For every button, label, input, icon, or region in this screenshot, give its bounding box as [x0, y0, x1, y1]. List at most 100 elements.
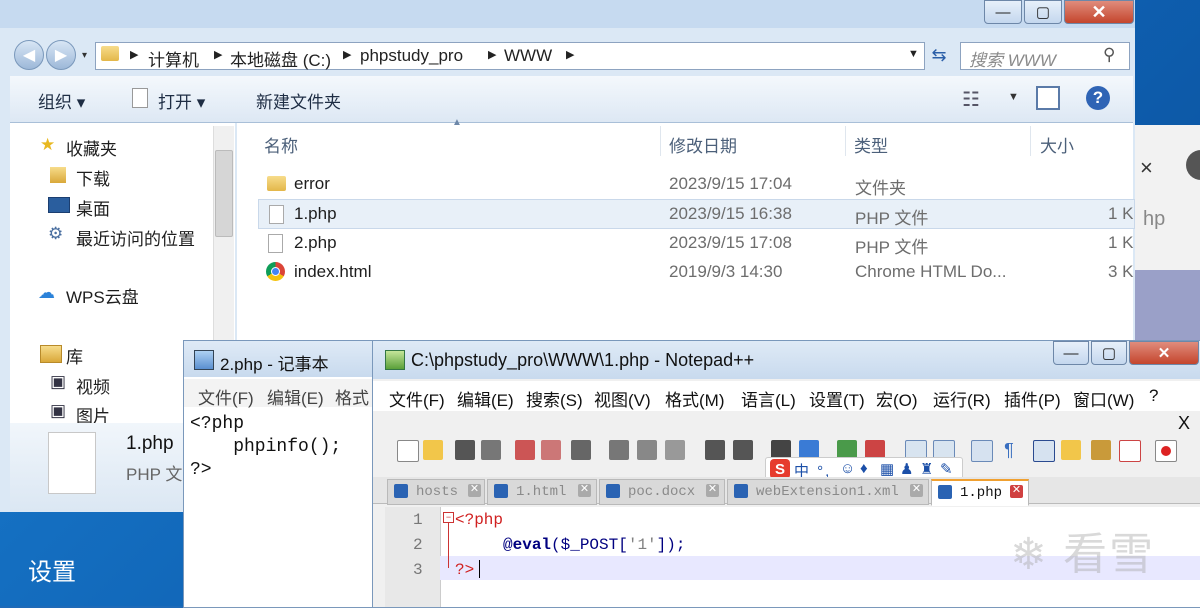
- organize-button[interactable]: 组织 ▾: [38, 88, 85, 113]
- new-folder-button[interactable]: 新建文件夹: [256, 88, 341, 113]
- close-file-icon[interactable]: [515, 440, 535, 460]
- menu-format[interactable]: 格式: [335, 384, 369, 409]
- function-list-icon[interactable]: [1091, 440, 1111, 460]
- menu-plugins[interactable]: 插件(P): [1004, 386, 1061, 411]
- save-all-icon[interactable]: [481, 440, 501, 460]
- menu-edit[interactable]: 编辑(E): [457, 386, 514, 411]
- close-button[interactable]: ✕: [1064, 0, 1134, 24]
- view-options-icon[interactable]: ☷: [962, 87, 980, 112]
- tab-poc-docx[interactable]: poc.docx ✕: [599, 479, 725, 505]
- record-macro-icon[interactable]: [1155, 440, 1177, 462]
- word-wrap-icon[interactable]: [971, 440, 993, 462]
- breadcrumb-drive[interactable]: 本地磁盘 (C:): [230, 46, 331, 71]
- close-button[interactable]: ✕: [1129, 341, 1199, 365]
- close-document-icon[interactable]: X: [1178, 413, 1190, 434]
- skin-icon[interactable]: ♜: [920, 460, 933, 478]
- history-dropdown-icon[interactable]: ▾: [82, 50, 87, 61]
- breadcrumb-www[interactable]: WWW: [504, 46, 552, 66]
- open-button[interactable]: 打开 ▾: [158, 88, 205, 113]
- settings-label[interactable]: 设置: [28, 552, 76, 587]
- tab-webextension1-xml[interactable]: webExtension1.xml ✕: [727, 479, 929, 505]
- file-row[interactable]: error 2023/9/15 17:04 文件夹: [258, 170, 1133, 198]
- column-divider[interactable]: [845, 126, 846, 156]
- close-all-icon[interactable]: [541, 440, 561, 460]
- chevron-right-icon[interactable]: ▶: [566, 48, 574, 61]
- maximize-button[interactable]: ▢: [1091, 341, 1127, 365]
- file-row[interactable]: 2.php 2023/9/15 17:08 PHP 文件 1 K: [258, 229, 1134, 257]
- nav-item-favorites[interactable]: 收藏夹: [66, 135, 117, 160]
- breadcrumb-computer[interactable]: 计算机: [148, 46, 199, 71]
- chevron-right-icon[interactable]: ▶: [343, 48, 351, 61]
- column-header-date[interactable]: 修改日期: [669, 132, 737, 157]
- nav-scrollbar-thumb[interactable]: [215, 150, 233, 237]
- microphone-icon[interactable]: ♦: [860, 460, 868, 477]
- minimize-button[interactable]: —: [984, 0, 1022, 24]
- refresh-icon[interactable]: ⇆: [926, 42, 952, 68]
- column-header-name[interactable]: 名称: [264, 132, 298, 157]
- fold-collapse-icon[interactable]: −: [443, 512, 454, 523]
- chevron-right-icon[interactable]: ▶: [488, 48, 496, 61]
- print-icon[interactable]: [571, 440, 591, 460]
- copy-icon[interactable]: [637, 440, 657, 460]
- user-icon[interactable]: ♟: [900, 460, 913, 478]
- menu-search[interactable]: 搜索(S): [526, 386, 583, 411]
- menu-view[interactable]: 视图(V): [594, 386, 651, 411]
- menu-edit[interactable]: 编辑(E): [267, 384, 324, 409]
- back-arrow-icon[interactable]: ◀: [14, 40, 44, 70]
- menu-language[interactable]: 语言(L): [741, 386, 796, 411]
- redo-icon[interactable]: [733, 440, 753, 460]
- folder-workspace-icon[interactable]: [1119, 440, 1141, 462]
- file-row[interactable]: index.html 2019/9/3 14:30 Chrome HTML Do…: [258, 258, 1134, 286]
- preview-pane-icon[interactable]: [1036, 86, 1060, 110]
- cut-icon[interactable]: [609, 440, 629, 460]
- breadcrumb-phpstudy[interactable]: phpstudy_pro: [360, 46, 463, 66]
- new-file-icon[interactable]: [397, 440, 419, 462]
- tab-close-icon[interactable]: ✕: [578, 484, 591, 497]
- nav-item-downloads[interactable]: 下载: [76, 165, 110, 190]
- chevron-right-icon[interactable]: ▶: [130, 48, 138, 61]
- menu-help[interactable]: ?: [1149, 386, 1158, 406]
- nav-item-video[interactable]: 视频: [76, 373, 110, 398]
- menu-macro[interactable]: 宏(O): [876, 386, 918, 411]
- wrench-icon[interactable]: ✎: [940, 460, 953, 478]
- tab-1-php[interactable]: 1.php ✕: [931, 479, 1029, 506]
- paste-icon[interactable]: [665, 440, 685, 460]
- column-divider[interactable]: [1030, 126, 1031, 156]
- keyboard-icon[interactable]: ▦: [880, 460, 894, 478]
- show-symbols-icon[interactable]: ¶: [999, 440, 1019, 460]
- chevron-right-icon[interactable]: ▶: [214, 48, 222, 61]
- background-tab-close[interactable]: ×: [1140, 155, 1153, 181]
- emoji-icon[interactable]: ☺: [840, 460, 855, 477]
- chevron-down-icon[interactable]: ▼: [1008, 91, 1019, 103]
- save-icon[interactable]: [455, 440, 475, 460]
- menu-file[interactable]: 文件(F): [389, 386, 445, 411]
- help-icon[interactable]: ?: [1086, 86, 1110, 110]
- column-divider[interactable]: [660, 126, 661, 156]
- nav-item-desktop[interactable]: 桌面: [76, 195, 110, 220]
- menu-settings[interactable]: 设置(T): [809, 386, 865, 411]
- undo-icon[interactable]: [705, 440, 725, 460]
- menu-run[interactable]: 运行(R): [933, 386, 991, 411]
- search-icon[interactable]: ⚲: [1103, 45, 1115, 65]
- address-dropdown-icon[interactable]: ▼: [908, 48, 919, 60]
- nav-item-library[interactable]: 库: [66, 343, 83, 368]
- menu-format[interactable]: 格式(M): [665, 386, 724, 411]
- tab-close-icon[interactable]: ✕: [910, 484, 923, 497]
- open-file-icon[interactable]: [423, 440, 443, 460]
- tab-hosts[interactable]: hosts ✕: [387, 479, 485, 505]
- search-input[interactable]: 搜索 WWW ⚲: [960, 42, 1130, 70]
- menu-file[interactable]: 文件(F): [198, 384, 254, 409]
- notepad-text-area[interactable]: <?php phpinfo(); ?>: [190, 413, 341, 482]
- address-bar[interactable]: ▶ 计算机 ▶ 本地磁盘 (C:) ▶ phpstudy_pro ▶ WWW ▶…: [95, 42, 925, 70]
- menu-window[interactable]: 窗口(W): [1073, 386, 1134, 411]
- tab-1-html[interactable]: 1.html ✕: [487, 479, 597, 505]
- nav-item-recent[interactable]: 最近访问的位置: [76, 225, 195, 250]
- tab-close-icon[interactable]: ✕: [706, 484, 719, 497]
- maximize-button[interactable]: ▢: [1024, 0, 1062, 24]
- indent-guide-icon[interactable]: [1033, 440, 1055, 462]
- nav-item-wps[interactable]: WPS云盘: [66, 283, 139, 308]
- file-row-selected[interactable]: 1.php 2023/9/15 16:38 PHP 文件 1 K: [258, 199, 1135, 229]
- column-header-size[interactable]: 大小: [1040, 132, 1074, 157]
- column-header-type[interactable]: 类型: [854, 132, 888, 157]
- tab-close-icon[interactable]: ✕: [1010, 485, 1023, 498]
